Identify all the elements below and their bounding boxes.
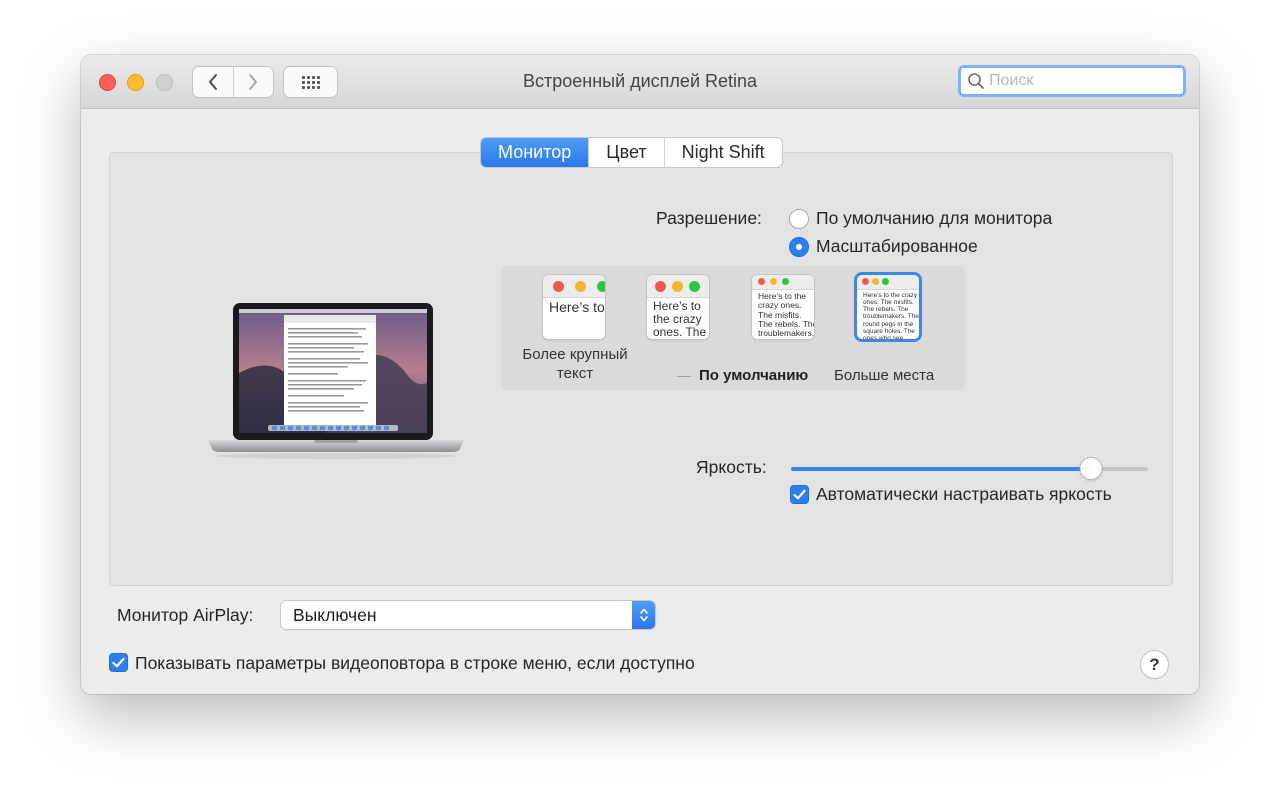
search-icon [965,72,987,90]
scale-label-more-space: Больше места [834,367,935,384]
checkmark-icon [112,657,125,668]
airplay-label: Монитор AirPlay: [117,605,254,625]
preview-text: Here’s to the crazy ones. The misfits. T… [653,299,707,339]
mirroring-label[interactable]: Показывать параметры видеоповтора в стро… [135,653,695,674]
resolution-default-label[interactable]: По умолчанию для монитора [816,208,1052,229]
auto-brightness-checkbox[interactable] [790,485,809,504]
help-button[interactable]: ? [1141,651,1168,678]
checkmark-icon [793,489,806,500]
scale-label-larger-text: Более крупный текст [511,346,639,382]
preview-text: Here’s to the crazy ones. The misfits. T… [549,299,605,315]
brightness-slider[interactable] [791,458,1148,479]
airplay-popup[interactable]: Выключен [281,601,655,629]
resolution-option-more-space[interactable]: Here’s to the crazy ones. The misfits. T… [857,275,919,339]
mirroring-checkbox[interactable] [109,653,128,672]
title-bar: Встроенный дисплей Retina [81,55,1199,109]
scale-label-larger-line1: Более крупный [522,346,628,363]
scale-tick [677,376,691,377]
resolution-option-larger[interactable]: Here’s to the crazy ones. The misfits. T… [543,275,605,339]
tab-monitor[interactable]: Монитор [481,138,589,167]
resolution-option-2[interactable]: Here’s to the crazy ones. The misfits. T… [647,275,709,339]
tab-color[interactable]: Цвет [588,138,663,167]
brightness-slider-fill [791,467,1091,471]
brightness-slider-knob[interactable] [1080,458,1102,479]
airplay-value: Выключен [293,605,377,625]
preferences-window: Встроенный дисплей Retina Монитор Цвет N… [81,55,1199,694]
resolution-default-radio[interactable] [789,209,809,229]
tab-night-shift[interactable]: Night Shift [663,138,782,167]
popup-arrows-icon [632,601,655,629]
search-field[interactable] [958,65,1186,97]
macbook-illustration [208,303,464,459]
brightness-label: Яркость: [696,457,767,477]
resolution-scaled-radio[interactable] [789,237,809,257]
resolution-scaled-label[interactable]: Масштабированное [816,236,978,257]
scale-label-default: По умолчанию [699,367,809,384]
scaled-resolution-picker: Here’s to the crazy ones. The misfits. T… [501,266,965,390]
tab-bar: Монитор Цвет Night Shift [481,138,782,167]
scale-label-larger-line2: текст [556,365,594,382]
preview-text: Here’s to the crazy ones. The misfits. T… [758,291,814,339]
search-input[interactable] [987,72,1169,90]
resolution-label: Разрешение: [656,208,762,228]
resolution-option-3[interactable]: Here’s to the crazy ones. The misfits. T… [752,275,814,339]
preview-text: Here’s to the crazy ones. The misfits. T… [863,292,919,339]
display-settings-panel: Разрешение: По умолчанию для монитора Ма… [109,152,1173,586]
auto-brightness-label[interactable]: Автоматически настраивать яркость [816,484,1112,505]
